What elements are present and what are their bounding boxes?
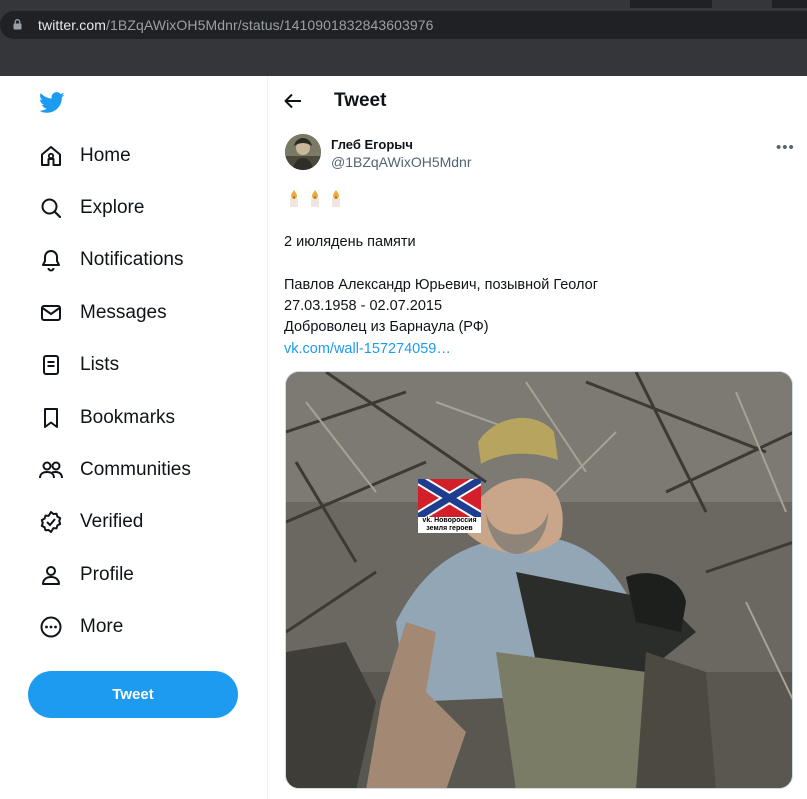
- nav-bookmarks[interactable]: Bookmarks: [28, 396, 175, 440]
- tweet-button[interactable]: Tweet: [28, 671, 238, 718]
- nav-label: Notifications: [80, 249, 184, 270]
- tab[interactable]: [712, 0, 772, 8]
- candle-emojis: [286, 188, 344, 208]
- search-icon: [38, 195, 64, 221]
- verified-badge-icon: [38, 509, 64, 535]
- image-caption: vk. Новороссия земля героев: [418, 517, 481, 533]
- more-options-icon[interactable]: •••: [776, 139, 795, 156]
- list-icon: [38, 352, 64, 378]
- image-caption-line: земля героев: [426, 525, 473, 532]
- candle-icon: [332, 190, 340, 207]
- tweet-text-line: Доброволец из Барнаула (РФ): [284, 319, 489, 335]
- nav-notifications[interactable]: Notifications: [28, 238, 184, 282]
- url-host: twitter.com: [38, 17, 107, 33]
- bookmark-icon: [38, 405, 64, 431]
- image-caption-line: vk. Новороссия: [422, 517, 477, 524]
- author-handle[interactable]: @1BZqAWixOH5Mdnr: [331, 154, 472, 170]
- page-title: Tweet: [334, 90, 387, 111]
- tweet-photo[interactable]: [285, 371, 793, 789]
- novorossiya-flag-image: [418, 479, 481, 517]
- candle-icon: [290, 190, 298, 207]
- person-icon: [38, 562, 64, 588]
- home-icon: [38, 143, 64, 169]
- candle-icon: [311, 190, 319, 207]
- nav-label: Communities: [80, 459, 191, 480]
- nav-label: Bookmarks: [80, 407, 176, 428]
- url-path: /1BZqAWixOH5Mdnr/status/1410901832843603…: [106, 17, 434, 33]
- nav-label: Explore: [80, 197, 145, 218]
- nav-label: Messages: [80, 302, 167, 323]
- nav-verified[interactable]: Verified: [28, 500, 143, 544]
- nav-more[interactable]: More: [28, 605, 123, 649]
- nav-label: Home: [80, 145, 131, 166]
- twitter-bird-icon[interactable]: [39, 92, 65, 114]
- tweet-text-line: 27.03.1958 - 02.07.2015: [284, 298, 443, 314]
- nav-label: Verified: [80, 511, 144, 532]
- nav-label: Profile: [80, 564, 134, 585]
- lock-icon[interactable]: [13, 19, 22, 30]
- tweet-link[interactable]: vk.com/wall-157274059…: [284, 341, 451, 357]
- envelope-icon: [38, 300, 64, 326]
- more-circle-icon: [38, 614, 64, 640]
- nav-label: Lists: [80, 354, 120, 375]
- people-icon: [38, 457, 64, 483]
- nav-communities[interactable]: Communities: [28, 448, 191, 492]
- nav-explore[interactable]: Explore: [28, 186, 144, 230]
- bell-icon: [38, 247, 64, 273]
- url-text[interactable]: twitter.com/1BZqAWixOH5Mdnr/status/14109…: [38, 17, 434, 33]
- address-bar[interactable]: twitter.com/1BZqAWixOH5Mdnr/status/14109…: [0, 11, 807, 39]
- active-tab[interactable]: [0, 0, 630, 8]
- tweet-text-line: 2 июлядень памяти: [284, 234, 416, 250]
- nav-lists[interactable]: Lists: [28, 343, 119, 387]
- tweet-text-line: Павлов Александр Юрьевич, позывной Геоло…: [284, 277, 598, 293]
- author-display-name[interactable]: Глеб Егорыч: [331, 137, 413, 152]
- nav-profile[interactable]: Profile: [28, 553, 134, 597]
- avatar[interactable]: [285, 134, 321, 170]
- nav-label: More: [80, 616, 124, 637]
- browser-chrome: twitter.com/1BZqAWixOH5Mdnr/status/14109…: [0, 0, 807, 76]
- photo-scene: [286, 372, 792, 788]
- back-arrow-icon[interactable]: [284, 92, 302, 110]
- nav-home[interactable]: Home: [28, 134, 131, 178]
- nav-messages[interactable]: Messages: [28, 291, 167, 335]
